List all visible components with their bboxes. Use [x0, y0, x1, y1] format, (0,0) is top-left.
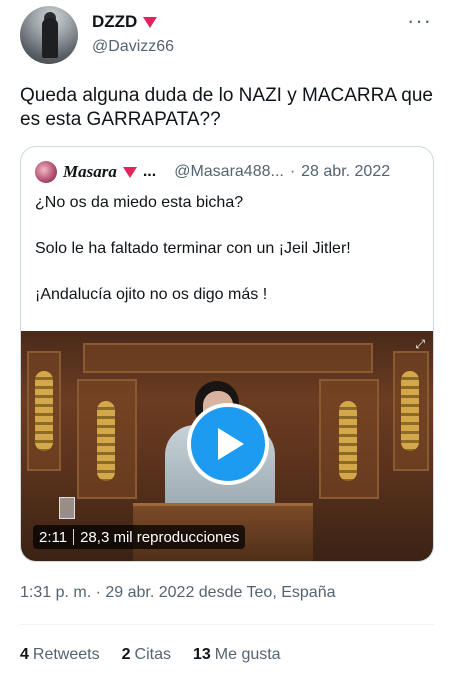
retweets-stat[interactable]: 4 Retweets [20, 646, 100, 664]
quoted-paragraph: ¡Andalucía ojito no os digo más ! [35, 286, 268, 303]
tweet-header: DZZD @Davizz66 ··· [20, 6, 440, 66]
red-triangle-icon [143, 16, 158, 28]
quoted-tweet-text: ¿No os da miedo esta bicha? Solo le ha f… [35, 193, 421, 331]
quoted-paragraph: ¿No os da miedo esta bicha? [35, 194, 244, 211]
video-meta-badge: 2:11 28,3 mil reproducciones [33, 525, 246, 549]
quotes-stat[interactable]: 2 Citas [122, 646, 171, 664]
tweet-stats: 4 Retweets 2 Citas 13 Me gusta [20, 646, 281, 664]
retweets-count: 4 [20, 646, 29, 663]
retweets-label: Retweets [32, 646, 100, 663]
gold-ornament [339, 401, 357, 481]
likes-label: Me gusta [214, 646, 281, 663]
avatar-figure [42, 18, 58, 58]
meta-divider [73, 529, 75, 545]
gold-ornament [97, 401, 115, 481]
red-triangle-icon [122, 166, 137, 178]
author-handle[interactable]: @Davizz66 [92, 38, 174, 56]
water-glass [59, 497, 75, 519]
quoted-author-name[interactable]: Masara [63, 162, 117, 182]
play-icon [218, 428, 244, 460]
divider [20, 624, 434, 625]
more-horizontal-icon[interactable]: ··· [407, 10, 432, 32]
parliament-wood-panel [83, 343, 373, 373]
gold-ornament [401, 371, 419, 451]
author-name-text[interactable]: DZZD [92, 12, 137, 32]
quoted-author-avatar[interactable] [35, 161, 57, 183]
video-player[interactable]: ⤢ 2:11 28,3 mil reproducciones [21, 331, 433, 561]
quoted-name-overflow: ... [142, 163, 157, 180]
author-avatar[interactable] [20, 6, 78, 64]
likes-count: 13 [192, 646, 211, 663]
author-display-name[interactable]: DZZD [92, 12, 158, 32]
video-duration: 2:11 [39, 528, 68, 546]
gold-ornament [35, 371, 53, 451]
play-button[interactable] [187, 403, 269, 485]
expand-icon[interactable]: ⤢ [415, 337, 425, 352]
quoted-date[interactable]: 28 abr. 2022 [301, 163, 390, 181]
tweet-text: Queda alguna duda de lo NAZI y MACARRA q… [20, 85, 433, 130]
video-views: 28,3 mil reproducciones [80, 528, 240, 546]
likes-stat[interactable]: 13 Me gusta [193, 646, 281, 664]
quotes-label: Citas [134, 646, 171, 663]
quoted-author-handle[interactable]: @Masara488... [174, 163, 284, 181]
quoted-tweet-card[interactable]: Masara ... @Masara488... · 28 abr. 2022 … [20, 146, 434, 562]
quotes-count: 2 [121, 646, 131, 663]
quoted-paragraph: Solo le ha faltado terminar con un ¡Jeil… [35, 240, 351, 257]
tweet-timestamp[interactable]: 1:31 p. m. · 29 abr. 2022 desde Teo, Esp… [20, 584, 335, 602]
quoted-separator: · [289, 163, 296, 180]
quoted-tweet-header: Masara ... @Masara488... · 28 abr. 2022 [35, 161, 390, 183]
